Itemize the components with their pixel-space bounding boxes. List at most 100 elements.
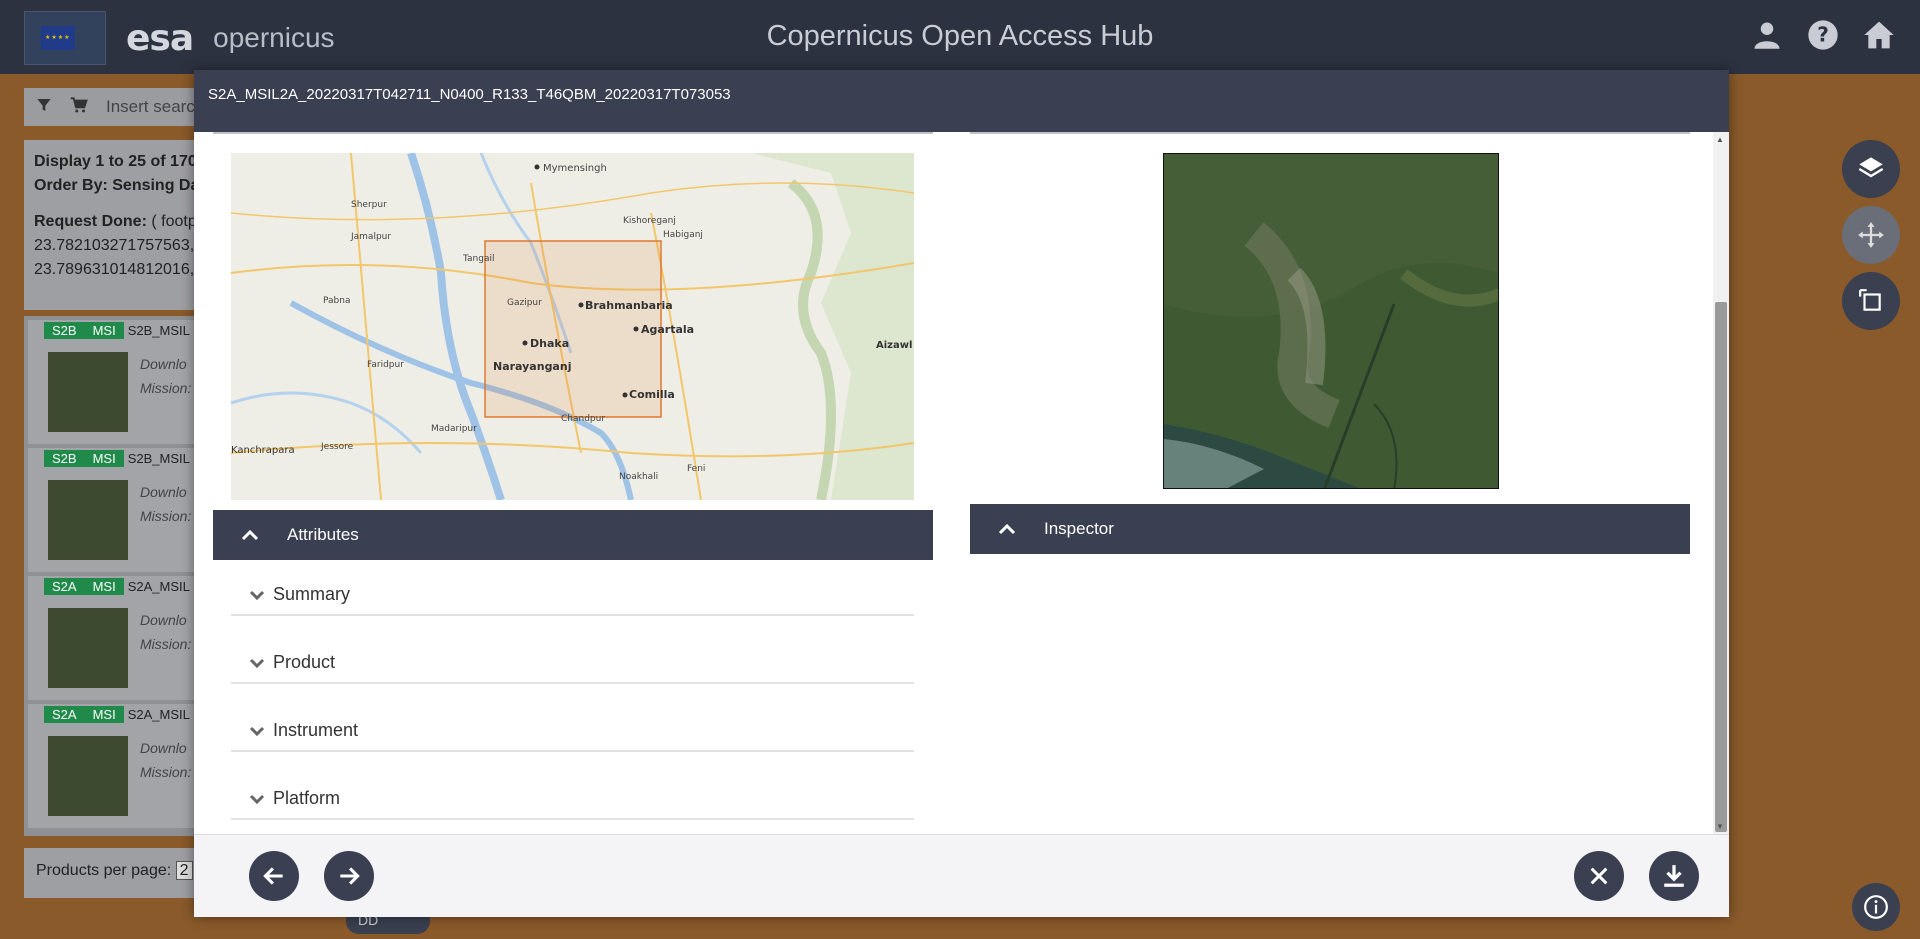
accordion-label: Product	[273, 651, 336, 672]
satellite-tag: S2A	[44, 706, 85, 723]
cart-icon[interactable]	[70, 96, 88, 119]
download-button[interactable]	[1649, 851, 1699, 901]
accordion-platform[interactable]: Platform	[231, 778, 914, 820]
map-label: Noakhali	[619, 472, 658, 482]
top-icons: ?	[1750, 18, 1896, 52]
accordion-product[interactable]: Product	[231, 642, 914, 684]
map-label: Narayanganj	[493, 360, 571, 373]
chevron-down-icon	[249, 584, 265, 605]
map-label: Kanchrapara	[231, 445, 295, 456]
product-name: S2A_MSIL	[127, 579, 190, 594]
map-label: Sherpur	[351, 200, 387, 210]
quicklook-image	[1163, 153, 1499, 489]
accordion-label: Platform	[273, 787, 341, 808]
help-icon[interactable]: ?	[1806, 18, 1840, 52]
map-label: Faridpur	[367, 360, 404, 370]
instrument-tag: MSI	[84, 450, 124, 467]
product-thumbnail	[48, 736, 128, 816]
satellite-tag: S2A	[44, 578, 85, 595]
map-label: Brahmanbaria	[585, 299, 673, 312]
map-label: Jessore	[320, 442, 354, 452]
scroll-down-icon[interactable]: ▼	[1716, 822, 1724, 831]
pan-button[interactable]	[1842, 206, 1900, 264]
chevron-down-icon	[249, 788, 265, 809]
map-label: Feni	[687, 464, 705, 474]
mission-text: Mission:	[140, 508, 192, 524]
instrument-tag: MSI	[84, 322, 124, 339]
modal-footer	[194, 834, 1729, 917]
previous-button[interactable]	[249, 851, 299, 901]
map-tools	[1842, 140, 1900, 330]
modal-body: Dhaka Narayanganj Brahmanbaria Agartala …	[194, 132, 1729, 834]
map-label: Chandpur	[561, 414, 605, 424]
product-name: S2A_MSIL	[127, 707, 190, 722]
accordion-label: Summary	[273, 583, 351, 604]
product-thumbnail	[48, 608, 128, 688]
accordion-instrument[interactable]: Instrument	[231, 710, 914, 752]
inspector-header[interactable]: Inspector	[970, 504, 1690, 554]
close-button[interactable]	[1574, 851, 1624, 901]
chevron-up-icon	[213, 529, 287, 541]
svg-text:?: ?	[1817, 23, 1829, 47]
attributes-label: Attributes	[287, 525, 359, 544]
next-button[interactable]	[324, 851, 374, 901]
user-icon[interactable]	[1750, 18, 1784, 52]
attributes-header[interactable]: Attributes	[213, 510, 933, 560]
chevron-down-icon	[249, 720, 265, 741]
map-label: Gazipur	[507, 298, 542, 308]
layers-button[interactable]	[1842, 140, 1900, 198]
map-label: Mymensingh	[543, 163, 607, 174]
app-title: Copernicus Open Access Hub	[766, 20, 1154, 52]
map-label: Comilla	[629, 388, 675, 401]
satellite-tag: S2B	[44, 322, 85, 339]
request-done-value: ( footp	[151, 213, 197, 230]
download-text: Downlo	[140, 484, 187, 500]
map-label: Kishoreganj	[623, 216, 676, 226]
product-details-modal: S2A_MSIL2A_20220317T042711_N0400_R133_T4…	[194, 70, 1729, 917]
inspector-label: Inspector	[1044, 519, 1114, 538]
products-per-page-select[interactable]: 2	[175, 861, 193, 880]
mission-text: Mission:	[140, 636, 192, 652]
accordion-label: Instrument	[273, 719, 359, 740]
chevron-up-icon	[970, 523, 1044, 535]
map-label: Agartala	[641, 323, 694, 336]
footprint-map[interactable]: Dhaka Narayanganj Brahmanbaria Agartala …	[231, 153, 914, 500]
instrument-tag: MSI	[84, 706, 124, 723]
scroll-thumb[interactable]	[1715, 302, 1727, 832]
left-column: Dhaka Narayanganj Brahmanbaria Agartala …	[213, 132, 933, 820]
accordion-summary[interactable]: Summary	[231, 574, 914, 616]
divider	[213, 132, 933, 134]
filter-icon[interactable]	[36, 97, 52, 118]
download-text: Downlo	[140, 356, 187, 372]
request-done-label: Request Done:	[34, 213, 147, 230]
download-text: Downlo	[140, 740, 187, 756]
top-bar: esa opernicus Copernicus Open Access Hub…	[0, 0, 1920, 74]
modal-scrollbar[interactable]: ▲ ▼	[1713, 132, 1729, 834]
scroll-up-icon[interactable]: ▲	[1716, 135, 1724, 144]
divider	[970, 132, 1690, 134]
mission-text: Mission:	[140, 380, 192, 396]
products-per-page-label: Products per page:	[36, 862, 172, 879]
map-label: Habiganj	[663, 230, 703, 240]
product-name: S2B_MSIL	[127, 323, 190, 338]
info-button[interactable]	[1852, 883, 1900, 931]
instrument-tag: MSI	[84, 578, 124, 595]
map-label: Dhaka	[530, 337, 569, 350]
mission-text: Mission:	[140, 764, 192, 780]
product-thumbnail	[48, 352, 128, 432]
right-column: Inspector	[970, 132, 1690, 554]
satellite-tag: S2B	[44, 450, 85, 467]
modal-header: S2A_MSIL2A_20220317T042711_N0400_R133_T4…	[194, 70, 1729, 132]
map-label: Pabna	[323, 296, 350, 306]
product-name: S2B_MSIL	[127, 451, 190, 466]
chevron-down-icon	[249, 652, 265, 673]
product-thumbnail	[48, 480, 128, 560]
search-input[interactable]: Insert search	[106, 97, 204, 117]
map-label: Tangail	[462, 254, 494, 264]
product-title: S2A_MSIL2A_20220317T042711_N0400_R133_T4…	[208, 86, 731, 103]
map-label: Jamalpur	[350, 232, 391, 242]
area-select-button[interactable]	[1842, 272, 1900, 330]
download-text: Downlo	[140, 612, 187, 628]
home-icon[interactable]	[1862, 18, 1896, 52]
map-label: Madaripur	[431, 424, 477, 434]
